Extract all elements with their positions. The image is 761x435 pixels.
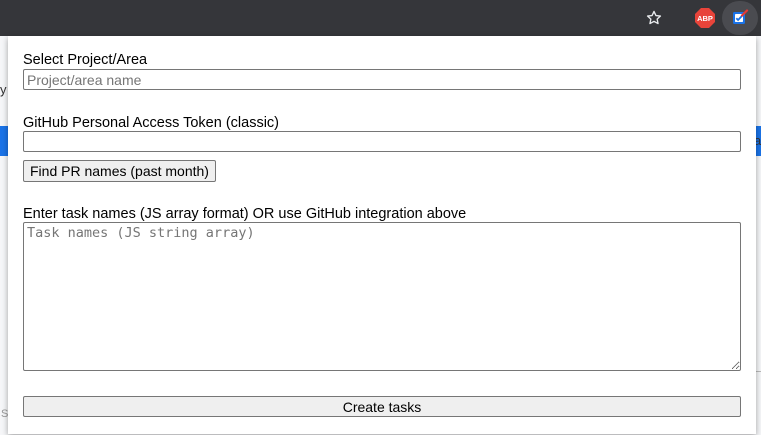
create-tasks-button[interactable]: Create tasks <box>23 396 741 417</box>
underlying-text: y <box>0 82 7 97</box>
tasks-label: Enter task names (JS array format) OR us… <box>23 206 467 222</box>
tasks-textarea[interactable] <box>23 222 741 371</box>
underlying-blue-bar <box>0 126 8 156</box>
extension-popup: Select Project/Area GitHub Personal Acce… <box>8 36 756 434</box>
task-extension-button[interactable] <box>722 1 758 35</box>
task-checkbox-icon <box>733 9 749 24</box>
browser-toolbar: ABP <box>0 0 761 36</box>
project-input[interactable] <box>23 69 741 90</box>
project-label: Select Project/Area <box>23 52 148 68</box>
find-pr-button[interactable]: Find PR names (past month) <box>23 160 216 182</box>
abp-label: ABP <box>697 14 713 23</box>
token-label: GitHub Personal Access Token (classic) <box>23 115 280 131</box>
adblock-plus-icon[interactable]: ABP <box>695 8 715 28</box>
bookmark-star-icon[interactable] <box>643 7 665 29</box>
token-input[interactable] <box>23 131 741 152</box>
